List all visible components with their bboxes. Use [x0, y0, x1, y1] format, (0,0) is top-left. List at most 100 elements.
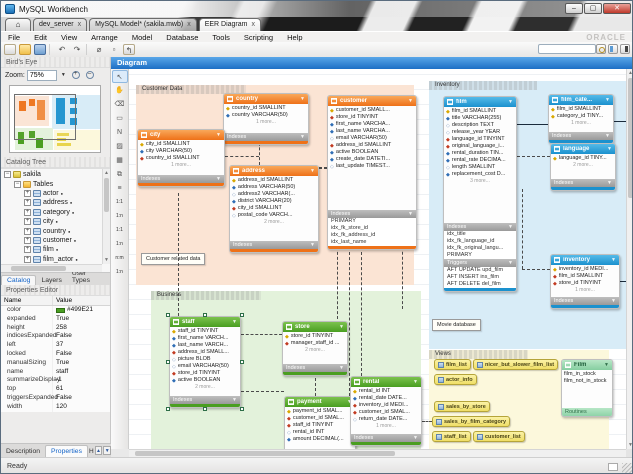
tree-expander-icon[interactable]: +	[24, 228, 31, 235]
birds-eye-minimap[interactable]	[9, 85, 101, 153]
table-figure-city[interactable]: city▼◆city_id SMALLINT◆city VARCHAR(50)◆…	[137, 129, 225, 187]
property-row[interactable]: manualSizingTrue	[1, 359, 110, 368]
triggers-section-header[interactable]: Triggers▼	[444, 259, 516, 267]
tool-rel-1-1-icon[interactable]: 1:1	[112, 224, 128, 237]
table-header[interactable]: address▼	[230, 166, 318, 176]
tree-expander-icon[interactable]: +	[24, 190, 31, 197]
zoom-in-icon[interactable]	[70, 70, 82, 81]
view-figure-film_list[interactable]: film_list	[434, 359, 471, 370]
more-columns-label[interactable]: 1 more...	[138, 162, 224, 169]
table-figure-staff[interactable]: staff▼◆staff_id TINYINT◆first_name VARCH…	[169, 316, 241, 408]
table-header[interactable]: film▼	[444, 97, 516, 107]
collapse-icon[interactable]: ▼	[310, 168, 315, 174]
table-figure-inventory[interactable]: inventory▼◆inventory_id MEDI...◆film_id …	[550, 254, 620, 309]
indexes-section-header[interactable]: Indexes▼	[444, 223, 516, 231]
indexes-section-header[interactable]: Indexes▼	[283, 364, 347, 372]
table-figure-film_cate[interactable]: film_cate...▼◆film_id SMALLINT◆category_…	[548, 94, 614, 144]
tree-expander-icon[interactable]: +	[24, 237, 31, 244]
more-columns-label[interactable]: 1 more...	[224, 119, 308, 126]
indexes-section-header[interactable]: Indexes▼	[138, 175, 224, 183]
tree-item-actor[interactable]: +actor	[1, 189, 102, 198]
toggle-magnet-icon[interactable]: ⌀	[93, 44, 105, 55]
table-header[interactable]: inventory▼	[551, 255, 619, 265]
table-header[interactable]: language▼	[551, 144, 615, 154]
collapse-icon[interactable]: ▼	[508, 259, 513, 267]
collapse-icon[interactable]: ▼	[604, 362, 609, 368]
view-figure-customer_list[interactable]: customer_list	[473, 431, 525, 442]
sidebar-tab-catalog[interactable]: Catalog	[1, 275, 36, 285]
tree-item-film_actor[interactable]: +film_actor	[1, 255, 102, 264]
new-document-icon[interactable]	[4, 44, 16, 55]
tree-item-country[interactable]: +country	[1, 226, 102, 235]
tool-note-icon[interactable]: N	[112, 126, 128, 139]
menu-tools[interactable]: Tools	[205, 33, 237, 42]
indexes-section-header[interactable]: Indexes▼	[224, 133, 308, 141]
menu-database[interactable]: Database	[159, 33, 205, 42]
tree-item-tables[interactable]: −Tables	[1, 179, 102, 188]
table-header[interactable]: country▼	[224, 94, 308, 104]
table-figure-film[interactable]: film▼◆film_id SMALLINT◆title VARCHAR(255…	[443, 96, 517, 292]
indexes-section-header[interactable]: Indexes▼	[230, 241, 318, 249]
zoom-select[interactable]: 75%	[27, 70, 57, 81]
property-row[interactable]: lockedFalse	[1, 350, 110, 359]
collapse-icon[interactable]: ▼	[508, 223, 513, 231]
tree-vertical-scrollbar[interactable]: ▲ ▼	[102, 169, 110, 264]
indexes-section-header[interactable]: Indexes▼	[170, 396, 240, 404]
collapse-icon[interactable]: ▼	[300, 96, 305, 102]
collapse-icon[interactable]: ▼	[605, 132, 610, 140]
property-row[interactable]: namestaff	[1, 368, 110, 377]
menu-view[interactable]: View	[54, 33, 84, 42]
indexes-section-header[interactable]: Indexes▼	[551, 297, 619, 305]
bottom-tab-properties[interactable]: Properties	[45, 445, 88, 457]
tree-expander-icon[interactable]: −	[4, 171, 11, 178]
routine-group-header[interactable]: Film▼	[562, 360, 612, 370]
collapse-icon[interactable]: ▼	[216, 132, 221, 138]
maximize-button[interactable]: ▢	[584, 3, 602, 14]
property-row[interactable]: width120	[1, 403, 110, 412]
table-figure-country[interactable]: country▼◆country_id SMALLINT◆country VAR…	[223, 93, 309, 145]
tree-item-address[interactable]: +address	[1, 198, 102, 207]
tree-expander-icon[interactable]: +	[24, 246, 31, 253]
table-figure-store[interactable]: store▼◆store_id TINYINT◆manager_staff_id…	[282, 321, 348, 376]
tool-rel-1-1-non-id-icon[interactable]: 1:1	[112, 196, 128, 209]
selection-handle[interactable]	[166, 360, 170, 364]
tree-expander-icon[interactable]: −	[14, 181, 21, 188]
view-figure-nicer_but_slower_film_list[interactable]: nicer_but_slower_film_list	[473, 359, 558, 370]
table-figure-address[interactable]: address▼◆address_id SMALLINT◆address VAR…	[229, 165, 319, 253]
tab-eer-diagram[interactable]: EER Diagramx	[199, 18, 261, 31]
resize-grip[interactable]	[622, 463, 632, 473]
view-figure-staff_list[interactable]: staff_list	[432, 431, 471, 442]
tool-hand-icon[interactable]: ✋	[112, 84, 128, 97]
table-header[interactable]: staff▼	[170, 317, 240, 327]
collapse-icon[interactable]: ▼	[232, 396, 237, 404]
routine-group-figure-film[interactable]: Film▼film_in_stockfilm_not_in_stockRouti…	[561, 359, 613, 417]
toggle-grid-icon[interactable]: ▫	[108, 44, 120, 55]
view-figure-actor_info[interactable]: actor_info	[434, 374, 477, 385]
tree-expander-icon[interactable]: +	[24, 209, 31, 216]
property-row[interactable]: expandedTrue	[1, 315, 110, 324]
tree-item-city[interactable]: +city	[1, 217, 102, 226]
tool-rel-1-n-icon[interactable]: 1:n	[112, 238, 128, 251]
property-row[interactable]: top61	[1, 385, 110, 394]
collapse-icon[interactable]: ▼	[408, 98, 413, 104]
history-forward-icon[interactable]: ▼	[103, 446, 111, 455]
collapse-icon[interactable]: ▼	[607, 179, 612, 187]
table-figure-language[interactable]: language▼◆language_id TINY...2 more...In…	[550, 143, 616, 191]
more-columns-label[interactable]: 1 more...	[551, 287, 619, 294]
tree-expander-icon[interactable]: +	[24, 218, 31, 225]
tree-horizontal-scrollbar[interactable]	[1, 264, 102, 272]
tool-view-icon[interactable]: ⧉	[112, 168, 128, 181]
collapse-icon[interactable]: ▼	[607, 146, 612, 152]
table-header[interactable]: rental▼	[351, 377, 421, 387]
tree-expander-icon[interactable]: +	[24, 256, 31, 263]
diagram-horizontal-scrollbar[interactable]	[129, 449, 626, 457]
toggle-left-panel-icon[interactable]	[608, 44, 618, 54]
tree-item-sakila[interactable]: −sakila	[1, 170, 102, 179]
tool-image-icon[interactable]: ▨	[112, 140, 128, 153]
tool-rel-1-n-non-id-icon[interactable]: 1:n	[112, 210, 128, 223]
property-row[interactable]: height258	[1, 324, 110, 333]
more-columns-label[interactable]: 2 more...	[551, 162, 615, 169]
more-columns-label[interactable]: 2 more...	[170, 384, 240, 391]
collapse-icon[interactable]: ▼	[310, 241, 315, 249]
collapse-icon[interactable]: ▼	[508, 99, 513, 105]
